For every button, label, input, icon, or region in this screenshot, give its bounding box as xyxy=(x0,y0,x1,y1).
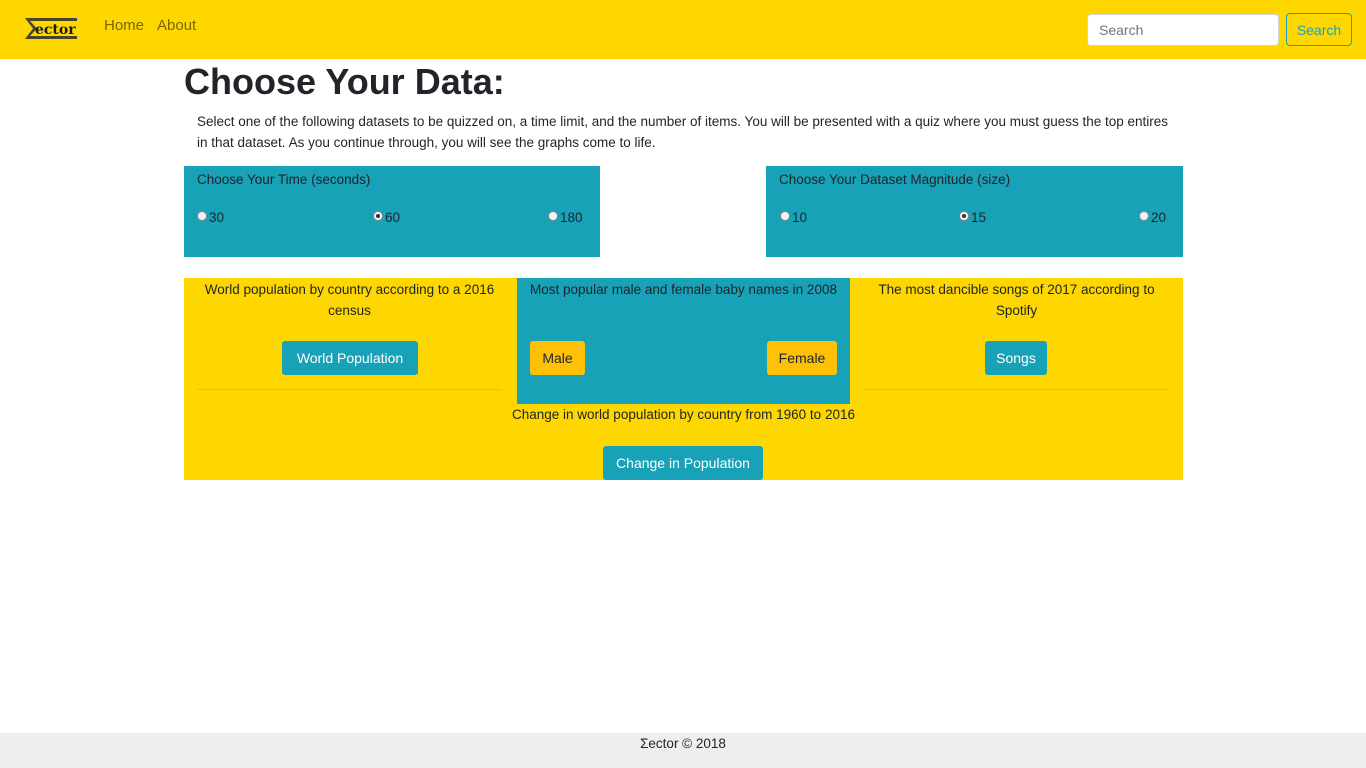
radio-checked-icon[interactable] xyxy=(373,210,383,221)
size-option-15[interactable]: 15 xyxy=(959,210,986,225)
size-option-10[interactable]: 10 xyxy=(780,210,807,225)
change-in-population-button[interactable]: Change in Population xyxy=(603,446,763,480)
intro-text: Select one of the following datasets to … xyxy=(197,114,1169,150)
dataset-description: The most dancible songs of 2017 accordin… xyxy=(878,282,1155,318)
radio-icon[interactable] xyxy=(780,210,790,221)
time-option-180[interactable]: 180 xyxy=(548,210,583,225)
dataset-description-population-change: Change in world population by country fr… xyxy=(512,407,855,422)
size-option-label: 15 xyxy=(971,210,987,225)
size-options-label: Choose Your Dataset Magnitude (size) xyxy=(779,172,1011,187)
brand-logo[interactable]: ector xyxy=(24,15,78,42)
time-option-label: 60 xyxy=(385,210,401,225)
radio-icon[interactable] xyxy=(197,210,207,221)
dataset-card-world-population: World population by country according to… xyxy=(197,278,502,404)
svg-text:ector: ector xyxy=(35,22,76,38)
size-option-20[interactable]: 20 xyxy=(1139,210,1166,225)
divider xyxy=(864,389,1169,390)
time-option-label: 30 xyxy=(209,210,225,225)
radio-icon[interactable] xyxy=(548,210,558,221)
navbar: ector Home About Search xyxy=(0,0,1366,59)
page-title: Choose Your Data: xyxy=(184,61,505,102)
size-option-label: 10 xyxy=(792,210,808,225)
nav-link-about[interactable]: About xyxy=(157,17,196,34)
footer: Σector © 2018 xyxy=(0,733,1366,768)
sigma-logo-icon: ector xyxy=(25,18,77,39)
search-input[interactable] xyxy=(1087,14,1279,46)
dataset-description: Most popular male and female baby names … xyxy=(530,282,837,297)
size-option-label: 20 xyxy=(1151,210,1167,225)
female-button[interactable]: Female xyxy=(767,341,837,375)
world-population-button[interactable]: World Population xyxy=(282,341,418,375)
time-options-label: Choose Your Time (seconds) xyxy=(197,172,371,187)
time-option-30[interactable]: 30 xyxy=(197,210,224,225)
dataset-card-songs: The most dancible songs of 2017 accordin… xyxy=(864,278,1169,404)
search-button[interactable]: Search xyxy=(1286,13,1352,46)
male-button[interactable]: Male xyxy=(530,341,585,375)
radio-checked-icon[interactable] xyxy=(959,210,969,221)
time-options-panel: Choose Your Time (seconds) 30 60 180 xyxy=(184,166,600,257)
songs-button[interactable]: Songs xyxy=(985,341,1047,375)
datasets-panel: World population by country according to… xyxy=(184,278,1183,480)
nav-link-home[interactable]: Home xyxy=(104,17,144,34)
dataset-card-baby-names: Most popular male and female baby names … xyxy=(517,278,850,404)
time-option-label: 180 xyxy=(560,210,583,225)
dataset-description: World population by country according to… xyxy=(204,282,495,318)
radio-icon[interactable] xyxy=(1139,210,1149,221)
divider xyxy=(197,389,502,390)
time-option-60[interactable]: 60 xyxy=(373,210,400,225)
size-options-panel: Choose Your Dataset Magnitude (size) 10 … xyxy=(766,166,1183,257)
footer-text: Σector © 2018 xyxy=(640,736,726,751)
